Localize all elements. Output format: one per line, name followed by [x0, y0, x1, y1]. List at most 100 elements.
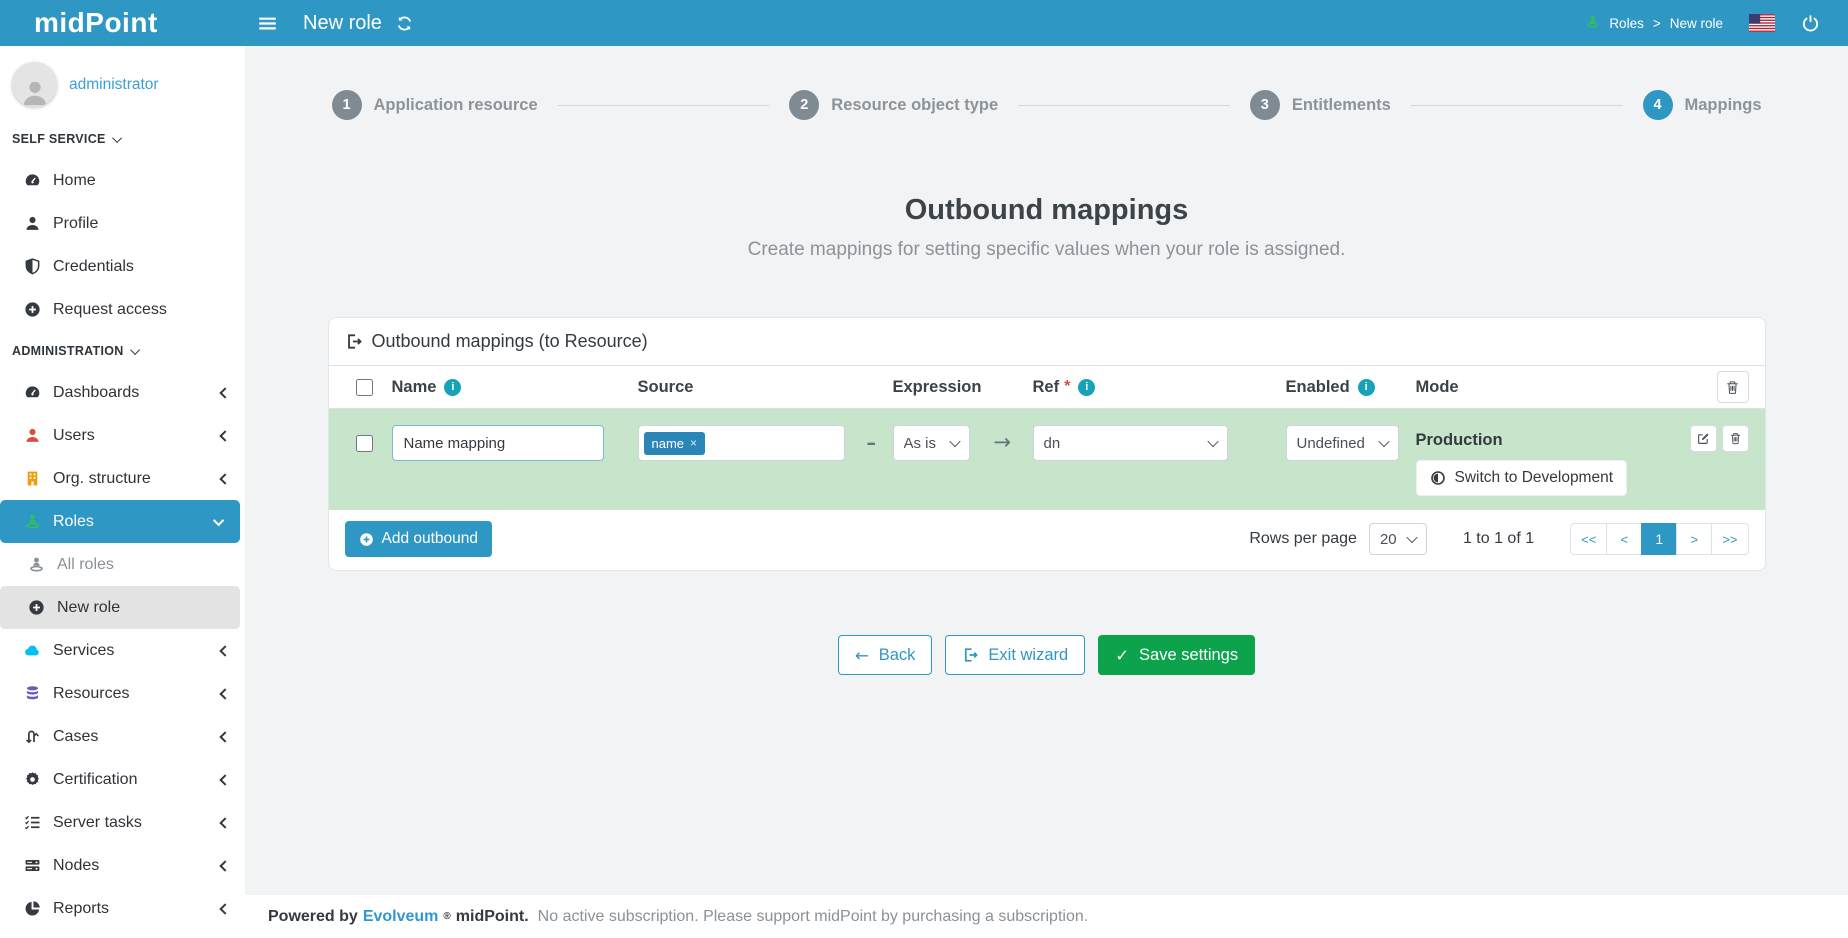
edit-row-button[interactable]: [1690, 425, 1717, 452]
refresh-icon[interactable]: [396, 15, 413, 32]
plus-circle-icon: [26, 599, 46, 616]
back-button[interactable]: ← Back: [838, 635, 933, 675]
sidebar-item-dashboards[interactable]: Dashboards: [0, 371, 245, 414]
exit-wizard-button[interactable]: Exit wizard: [945, 635, 1085, 675]
sidebar-item-all-roles[interactable]: All roles: [0, 543, 245, 586]
table-header-row: Name Source Expression Ref * Enabled: [329, 365, 1765, 409]
user-name: administrator: [69, 76, 159, 94]
enabled-select-wrap: Undefined: [1286, 425, 1399, 461]
sidebar-item-certification[interactable]: Certification: [0, 758, 245, 801]
language-flag-us[interactable]: [1749, 14, 1775, 32]
breadcrumb-separator: >: [1653, 16, 1661, 31]
database-icon: [22, 685, 42, 702]
sidebar-item-users[interactable]: Users: [0, 414, 245, 457]
sidebar-item-credentials[interactable]: Credentials: [0, 245, 245, 288]
rows-per-page-label: Rows per page: [1249, 530, 1357, 548]
topbar-right: Roles > New role: [1585, 14, 1848, 33]
pager-last-button[interactable]: >>: [1711, 523, 1748, 555]
delete-all-button[interactable]: [1717, 371, 1749, 403]
logout-power-icon[interactable]: [1801, 14, 1820, 33]
avatar: [12, 62, 57, 107]
sign-out-icon: [962, 647, 978, 663]
delete-row-button[interactable]: [1722, 425, 1749, 452]
sidebar-item-org-structure[interactable]: Org. structure: [0, 457, 245, 500]
breadcrumb-roles-link[interactable]: Roles: [1609, 16, 1644, 31]
sidebar: administrator SELF SERVICE Home Profile …: [0, 46, 245, 938]
source-chip: name ×: [644, 432, 706, 455]
sidebar-item-reports[interactable]: Reports: [0, 887, 245, 930]
chevron-left-icon: [219, 473, 230, 484]
midpoint-logo[interactable]: midPoint: [34, 7, 158, 38]
expression-select[interactable]: As is: [893, 425, 970, 461]
step-connector: [558, 105, 770, 106]
pager-next-button[interactable]: >: [1676, 523, 1712, 555]
pager-first-button[interactable]: <<: [1570, 523, 1607, 555]
outbound-mappings-panel: Outbound mappings (to Resource) Name Sou…: [328, 317, 1766, 571]
chevron-left-icon: [219, 645, 230, 656]
logo-area: midPoint: [0, 7, 245, 39]
ref-select[interactable]: dn: [1033, 425, 1228, 461]
section-header-self-service[interactable]: SELF SERVICE: [0, 119, 245, 159]
registered-mark: ®: [443, 911, 450, 922]
column-header-name: Name: [392, 378, 437, 397]
sidebar-item-request-access[interactable]: Request access: [0, 288, 245, 331]
page-footer: Powered by Evolveum® midPoint. No active…: [245, 895, 1848, 938]
info-icon[interactable]: [1358, 379, 1375, 396]
sidebar-item-resources[interactable]: Resources: [0, 672, 245, 715]
chevron-down-icon: [130, 345, 140, 355]
breadcrumb: Roles > New role: [1585, 14, 1723, 32]
sidebar-item-services[interactable]: Services: [0, 629, 245, 672]
sidebar-item-server-tasks[interactable]: Server tasks: [0, 801, 245, 844]
server-icon: [22, 857, 42, 874]
sidebar-item-profile[interactable]: Profile: [0, 202, 245, 245]
gauge-icon: [22, 172, 42, 189]
sidebar-item-new-role[interactable]: New role: [0, 586, 240, 629]
minus-icon: –: [867, 432, 877, 454]
chevron-left-icon: [219, 903, 230, 914]
section-header-administration[interactable]: ADMINISTRATION: [0, 331, 245, 371]
column-header-mode: Mode: [1416, 378, 1459, 397]
pager: << < 1 > >>: [1570, 523, 1748, 555]
step-number: 2: [789, 90, 819, 120]
pagination-area: Rows per page 20 1 to 1 of 1 << < 1 >: [1249, 523, 1748, 555]
breadcrumb-current[interactable]: New role: [1670, 16, 1723, 31]
hamburger-menu-icon[interactable]: [245, 14, 289, 33]
sidebar-item-home[interactable]: Home: [0, 159, 245, 202]
wizard-step-3[interactable]: 3 Entitlements: [1250, 90, 1391, 120]
main-content: 1 Application resource 2 Resource object…: [245, 46, 1848, 938]
select-all-checkbox[interactable]: [356, 379, 373, 396]
wizard-step-4-active[interactable]: 4 Mappings: [1643, 90, 1762, 120]
row-checkbox[interactable]: [356, 435, 373, 452]
column-header-ref: Ref: [1033, 378, 1060, 397]
switch-to-development-button[interactable]: Switch to Development: [1416, 460, 1628, 496]
chevron-down-icon: [213, 514, 224, 525]
evolveum-link[interactable]: Evolveum: [363, 908, 439, 926]
check-icon: ✓: [1115, 646, 1129, 665]
mode-status-label: Production: [1416, 431, 1503, 450]
wizard-step-2[interactable]: 2 Resource object type: [789, 90, 998, 120]
ref-select-wrap: dn: [1033, 425, 1228, 461]
rows-per-page-select[interactable]: 20: [1369, 523, 1427, 555]
enabled-select[interactable]: Undefined: [1286, 425, 1399, 461]
chip-remove-icon[interactable]: ×: [690, 436, 697, 450]
user-panel[interactable]: administrator: [0, 46, 245, 119]
sidebar-item-cases[interactable]: Cases: [0, 715, 245, 758]
mapping-table-row: name × – As is →: [329, 409, 1765, 510]
chevron-left-icon: [219, 731, 230, 742]
info-icon[interactable]: [1078, 379, 1095, 396]
save-settings-button[interactable]: ✓ Save settings: [1098, 635, 1255, 675]
sidebar-item-roles[interactable]: Roles: [0, 500, 240, 543]
column-header-source: Source: [638, 378, 694, 397]
topbar-page-title: New role: [303, 12, 382, 35]
column-header-enabled: Enabled: [1286, 378, 1350, 397]
add-outbound-button[interactable]: Add outbound: [345, 521, 493, 557]
wizard-step-1[interactable]: 1 Application resource: [332, 90, 538, 120]
pager-prev-button[interactable]: <: [1606, 523, 1642, 555]
pager-page-1-button[interactable]: 1: [1641, 523, 1677, 555]
info-icon[interactable]: [444, 379, 461, 396]
source-input[interactable]: name ×: [638, 425, 845, 461]
sidebar-item-nodes[interactable]: Nodes: [0, 844, 245, 887]
mapping-name-input[interactable]: [392, 425, 604, 461]
plus-circle-icon: [359, 532, 374, 547]
row-count-label: 1 to 1 of 1: [1463, 530, 1534, 548]
